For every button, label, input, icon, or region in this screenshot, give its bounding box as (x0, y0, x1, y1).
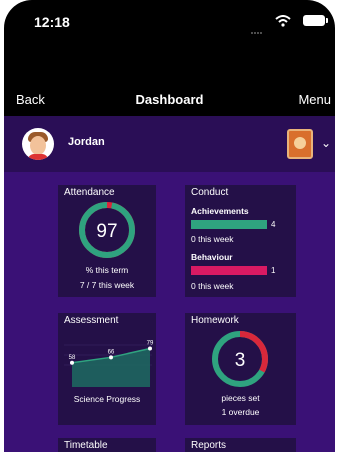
timetable-title: Timetable (64, 440, 108, 451)
status-time: 12:18 (34, 14, 70, 30)
attendance-week: 7 / 7 this week (79, 280, 135, 290)
assessment-point (148, 346, 152, 351)
homework-count: 3 (235, 350, 246, 371)
behaviour-sub: 0 this week (191, 281, 234, 291)
behaviour-label: Behaviour (191, 252, 233, 262)
reports-title: Reports (191, 440, 227, 451)
achievements-value: 4 (271, 220, 276, 229)
phone-screen: 12:18 Back Dashboard Menu Jordan ⌄ Atten… (4, 0, 335, 452)
assessment-point-label: 79 (147, 340, 154, 346)
signal-icon (251, 21, 267, 34)
timetable-card[interactable]: Timetable (58, 438, 156, 452)
attendance-card[interactable]: Attendance 97 % this term 7 / 7 this wee… (58, 185, 156, 297)
school-crest-icon (287, 129, 313, 159)
assessment-title: Assessment (64, 315, 119, 326)
reports-card[interactable]: Reports (185, 438, 296, 452)
conduct-title: Conduct (191, 187, 229, 198)
homework-title: Homework (191, 315, 239, 326)
assessment-point (109, 355, 113, 360)
homework-card[interactable]: Homework 3 pieces set 1 overdue (185, 313, 296, 425)
assessment-point-label: 66 (108, 349, 115, 355)
wifi-icon (275, 14, 291, 32)
achievements-label: Achievements (191, 206, 249, 216)
attendance-ring: 97 (79, 202, 135, 258)
menu-button[interactable]: Menu (298, 92, 331, 107)
profile-name: Jordan (68, 136, 105, 148)
behaviour-bar (191, 266, 267, 275)
battery-icon (303, 15, 328, 26)
achievements-sub: 0 this week (191, 234, 234, 244)
conduct-card[interactable]: Conduct Achievements 4 0 this week Behav… (185, 185, 296, 297)
nav-bar: Back Dashboard Menu (4, 88, 335, 114)
dashboard-content: Attendance 97 % this term 7 / 7 this wee… (4, 172, 335, 452)
avatar (22, 128, 54, 160)
assessment-point-label: 58 (69, 355, 76, 361)
behaviour-value: 1 (271, 266, 276, 275)
assessment-caption: Science Progress (73, 394, 141, 404)
assessment-card[interactable]: Assessment 58 66 79 Science Progress (58, 313, 156, 425)
attendance-caption: % this term (85, 265, 129, 275)
homework-caption: pieces set (221, 393, 260, 403)
homework-overdue: 1 overdue (221, 407, 260, 417)
page-title: Dashboard (135, 92, 204, 107)
homework-ring: 3 (212, 331, 268, 387)
profile-bar[interactable]: Jordan ⌄ (4, 116, 335, 172)
status-bar: 12:18 (4, 0, 335, 44)
achievements-bar (191, 220, 267, 229)
assessment-chart: 58 66 79 (64, 340, 154, 387)
attendance-percent: 97 (96, 221, 117, 242)
assessment-point (70, 360, 74, 365)
attendance-title: Attendance (64, 187, 115, 198)
chevron-down-icon[interactable]: ⌄ (321, 136, 331, 150)
